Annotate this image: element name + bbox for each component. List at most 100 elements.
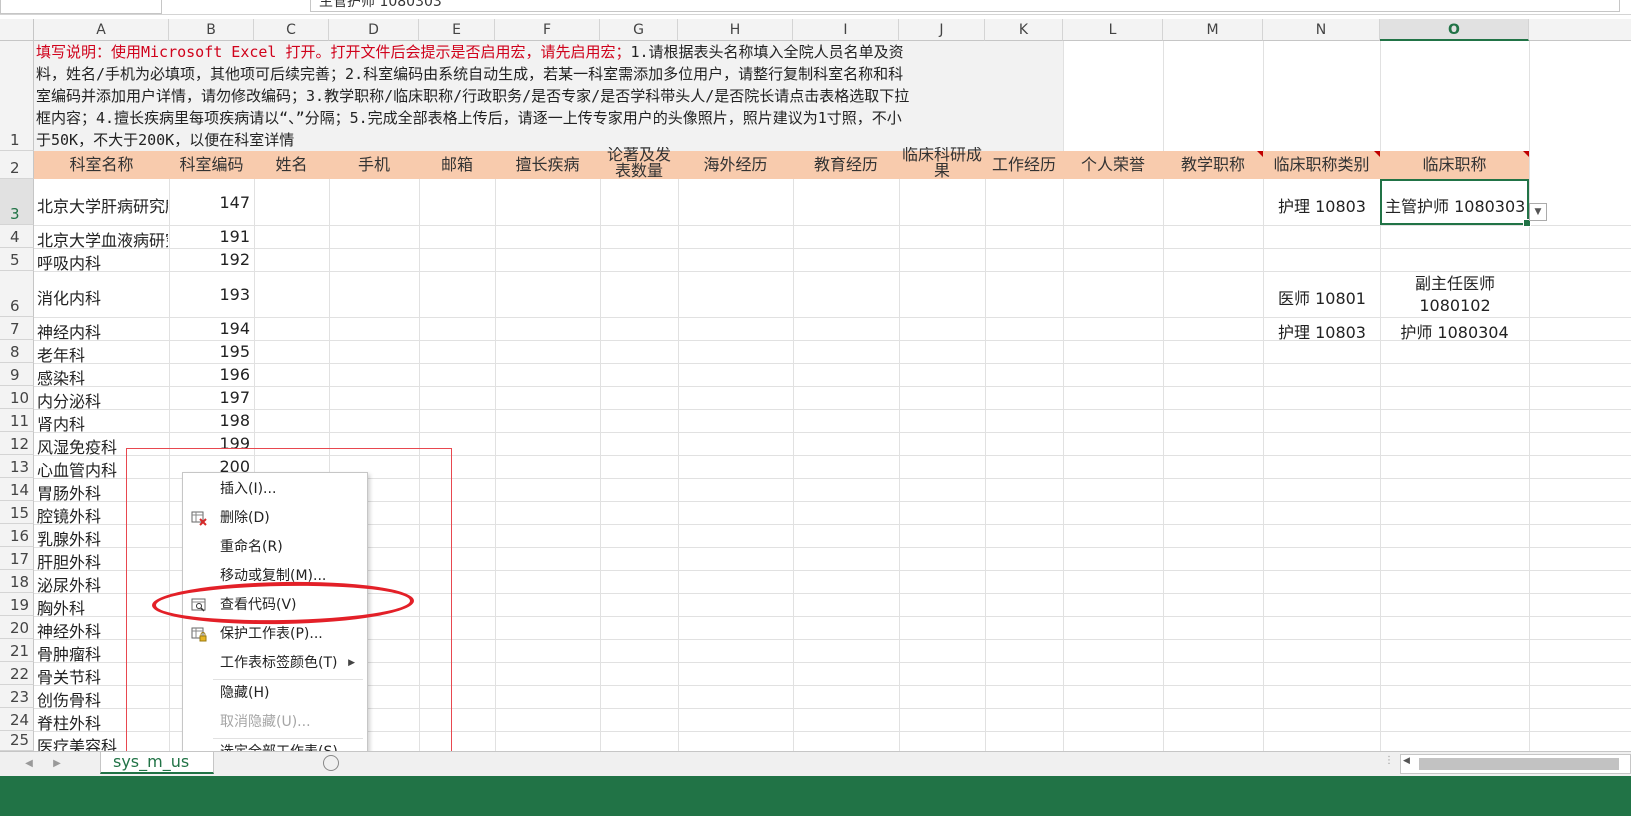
menu-item-move-copy[interactable]: 移动或复制(M)... (183, 562, 367, 591)
col-header-K[interactable]: K (985, 19, 1063, 41)
cell-A22[interactable]: 骨关节科 (37, 664, 168, 688)
header-dept-name[interactable]: 科室名称 (34, 151, 169, 179)
cell-A17[interactable]: 肝胆外科 (37, 549, 168, 573)
header-work[interactable]: 工作经历 (985, 151, 1063, 179)
col-header-E[interactable]: E (419, 19, 495, 41)
row-header-6[interactable]: 6 (0, 271, 34, 317)
cell-N3[interactable]: 护理 10803 (1278, 193, 1378, 217)
cell-A9[interactable]: 感染科 (37, 365, 168, 389)
cell-A16[interactable]: 乳腺外科 (37, 526, 168, 550)
row-header-15[interactable]: 15 (0, 501, 34, 524)
header-dept-code[interactable]: 科室编码 (169, 151, 254, 179)
menu-item-view-code[interactable]: 查看代码(V) (183, 591, 367, 620)
col-header-N[interactable]: N (1263, 19, 1380, 41)
name-box[interactable] (0, 0, 162, 14)
header-research[interactable]: 临床科研成果 (899, 147, 985, 179)
cell-B7[interactable]: 194 (170, 319, 250, 338)
tab-scroll-right-icon[interactable]: ▶ (50, 755, 64, 773)
cell-N6[interactable]: 医师 10801 (1278, 285, 1378, 309)
row-header-10[interactable]: 10 (0, 386, 34, 409)
row-header-19[interactable]: 19 (0, 593, 34, 616)
comment-indicator[interactable] (1523, 151, 1529, 157)
row-header-9[interactable]: 9 (0, 363, 34, 386)
menu-item-protect-sheet[interactable]: 保护工作表(P)... (183, 620, 367, 649)
cell-B4[interactable]: 191 (170, 227, 250, 246)
row-header-18[interactable]: 18 (0, 570, 34, 593)
select-all-corner[interactable] (0, 19, 34, 41)
row-header-4[interactable]: 4 (0, 225, 34, 248)
header-clinical-category[interactable]: 临床职称类别 (1263, 151, 1380, 179)
cell-N7[interactable]: 护理 10803 (1278, 319, 1378, 343)
col-header-O[interactable]: O (1380, 19, 1529, 41)
header-education[interactable]: 教育经历 (793, 151, 899, 179)
cell-A18[interactable]: 泌尿外科 (37, 572, 168, 596)
row-header-12[interactable]: 12 (0, 432, 34, 455)
cell-A14[interactable]: 胃肠外科 (37, 480, 168, 504)
col-header-C[interactable]: C (254, 19, 329, 41)
formula-input[interactable]: 主管护师 1080303 (310, 0, 1620, 12)
instructions-cell[interactable]: 填写说明：使用Microsoft Excel 打开。打开文件后会提示是否启用宏，… (34, 41, 1063, 151)
tab-split-handle-icon[interactable]: ⋮ (1384, 755, 1394, 773)
col-header-M[interactable]: M (1163, 19, 1263, 41)
col-header-G[interactable]: G (600, 19, 678, 41)
scroll-left-icon[interactable]: ◀ (1403, 756, 1410, 766)
add-sheet-icon[interactable] (323, 755, 339, 771)
header-overseas[interactable]: 海外经历 (678, 151, 793, 179)
row-header-13[interactable]: 13 (0, 455, 34, 478)
comment-indicator[interactable] (1374, 151, 1380, 157)
cell-A5[interactable]: 呼吸内科 (37, 250, 168, 274)
row-header-1[interactable]: 1 (0, 41, 34, 151)
cell-A7[interactable]: 神经内科 (37, 319, 168, 343)
header-phone[interactable]: 手机 (329, 151, 419, 179)
header-teaching-title[interactable]: 教学职称 (1163, 151, 1263, 179)
header-clinical-title[interactable]: 临床职称 (1380, 151, 1529, 179)
col-header-I[interactable]: I (793, 19, 899, 41)
header-honors[interactable]: 个人荣誉 (1063, 151, 1163, 179)
header-email[interactable]: 邮箱 (419, 151, 495, 179)
cell-B10[interactable]: 197 (170, 388, 250, 407)
cell-A6[interactable]: 消化内科 (37, 285, 168, 309)
cell-A8[interactable]: 老年科 (37, 342, 168, 366)
menu-item-delete[interactable]: 删除(D) (183, 504, 367, 533)
chevron-down-icon[interactable]: ▼ (1529, 203, 1547, 221)
row-header-2[interactable]: 2 (0, 151, 34, 179)
row-header-5[interactable]: 5 (0, 248, 34, 271)
cell-B12[interactable]: 199 (170, 434, 250, 453)
header-name[interactable]: 姓名 (254, 151, 329, 179)
col-header-P[interactable] (1529, 19, 1631, 41)
row-header-3[interactable]: 3 (0, 179, 34, 225)
row-header-17[interactable]: 17 (0, 547, 34, 570)
col-header-F[interactable]: F (495, 19, 600, 41)
col-header-L[interactable]: L (1063, 19, 1163, 41)
cell-B9[interactable]: 196 (170, 365, 250, 384)
row-header-16[interactable]: 16 (0, 524, 34, 547)
cell-A15[interactable]: 腔镜外科 (37, 503, 168, 527)
row-header-24[interactable]: 24 (0, 708, 34, 731)
row-header-20[interactable]: 20 (0, 616, 34, 639)
row-header-21[interactable]: 21 (0, 639, 34, 662)
cell-A4[interactable]: 北京大学血液病研究所 (37, 227, 168, 251)
cell-B5[interactable]: 192 (170, 250, 250, 269)
menu-item-tab-color[interactable]: 工作表标签颜色(T) ▶ (183, 649, 367, 678)
cell-A13[interactable]: 心血管内科 (37, 457, 168, 481)
cell-B8[interactable]: 195 (170, 342, 250, 361)
menu-item-insert[interactable]: 插入(I)... (183, 475, 367, 504)
row-header-22[interactable]: 22 (0, 662, 34, 685)
row-header-8[interactable]: 8 (0, 340, 34, 363)
menu-item-hide[interactable]: 隐藏(H) (183, 679, 367, 708)
row-header-14[interactable]: 14 (0, 478, 34, 501)
cell-B11[interactable]: 198 (170, 411, 250, 430)
header-publications[interactable]: 论著及发表数量 (600, 147, 678, 179)
cell-A12[interactable]: 风湿免疫科 (37, 434, 168, 458)
horizontal-scrollbar[interactable]: ◀ (1400, 754, 1631, 774)
cell-O6[interactable]: 副主任医师 1080102 (1392, 273, 1518, 317)
sheet-tab-sys-m-user[interactable]: sys_m_us (100, 752, 214, 774)
row-header-25[interactable]: 25 (0, 731, 34, 751)
cell-A21[interactable]: 骨肿瘤科 (37, 641, 168, 665)
row-header-7[interactable]: 7 (0, 317, 34, 340)
cell-A20[interactable]: 神经外科 (37, 618, 168, 642)
col-header-B[interactable]: B (169, 19, 254, 41)
row-header-11[interactable]: 11 (0, 409, 34, 432)
row-header-23[interactable]: 23 (0, 685, 34, 708)
comment-indicator[interactable] (1257, 151, 1263, 157)
